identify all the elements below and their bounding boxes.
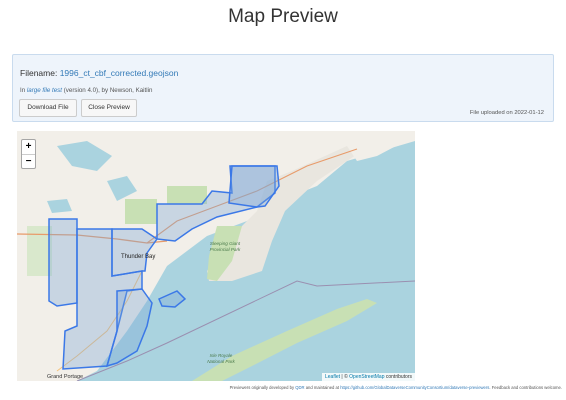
qdr-link[interactable]: QDR <box>295 385 304 390</box>
in-prefix: In <box>20 87 26 94</box>
zoom-out-button[interactable]: − <box>22 155 35 169</box>
label-grand-portage: Grand Portage <box>47 374 84 380</box>
zoom-in-button[interactable]: + <box>22 140 35 155</box>
osm-link[interactable]: OpenStreetMap <box>349 374 384 380</box>
map-viewer[interactable]: Thunder Bay Sleeping Giant Provincial Pa… <box>17 131 415 381</box>
footer-suffix: . Feedback and contributions welcome. <box>489 385 562 390</box>
upload-date: File uploaded on 2022-01-12 <box>469 110 544 116</box>
zoom-control: + − <box>21 139 36 169</box>
leaflet-link[interactable]: Leaflet <box>325 374 340 380</box>
page-title: Map Preview <box>228 6 338 27</box>
filename-link[interactable]: 1996_ct_cbf_corrected.geojson <box>60 68 179 78</box>
download-file-button[interactable]: Download File <box>19 99 77 117</box>
isle-royale <box>192 299 377 381</box>
label-thunder-bay: Thunder Bay <box>121 254 156 260</box>
filename-label: Filename: <box>20 68 58 78</box>
dataset-link[interactable]: large file test <box>27 87 62 94</box>
footer-middle: and maintained at <box>305 385 340 390</box>
label-sleeping-giant: Sleeping Giant Provincial Park <box>209 241 241 252</box>
footer-prefix: Previewers originally developed by <box>229 385 295 390</box>
filename-row: Filename: 1996_ct_cbf_corrected.geojson <box>20 68 178 78</box>
geojson-island-polygon <box>158 290 187 308</box>
map-tiles <box>17 131 415 381</box>
attribution-separator: | © <box>340 374 350 380</box>
footer: Previewers originally developed by QDR a… <box>0 385 562 390</box>
dataset-meta: In large file test (version 4.0), by New… <box>20 87 152 94</box>
park-patch-1 <box>125 199 157 224</box>
map-attribution: Leaflet | © OpenStreetMap contributors <box>322 373 415 381</box>
attribution-suffix: contributors <box>384 374 412 380</box>
close-preview-button[interactable]: Close Preview <box>81 99 137 117</box>
version-author: (version 4.0), by Newson, Kaitlin <box>63 87 153 94</box>
geojson-polygon-west <box>48 218 78 307</box>
label-isle-royale: Isle Royale National Park <box>207 353 235 364</box>
repo-link[interactable]: https://github.com/GlobalDataverseCommun… <box>340 385 489 390</box>
park-patch-2 <box>167 186 207 204</box>
